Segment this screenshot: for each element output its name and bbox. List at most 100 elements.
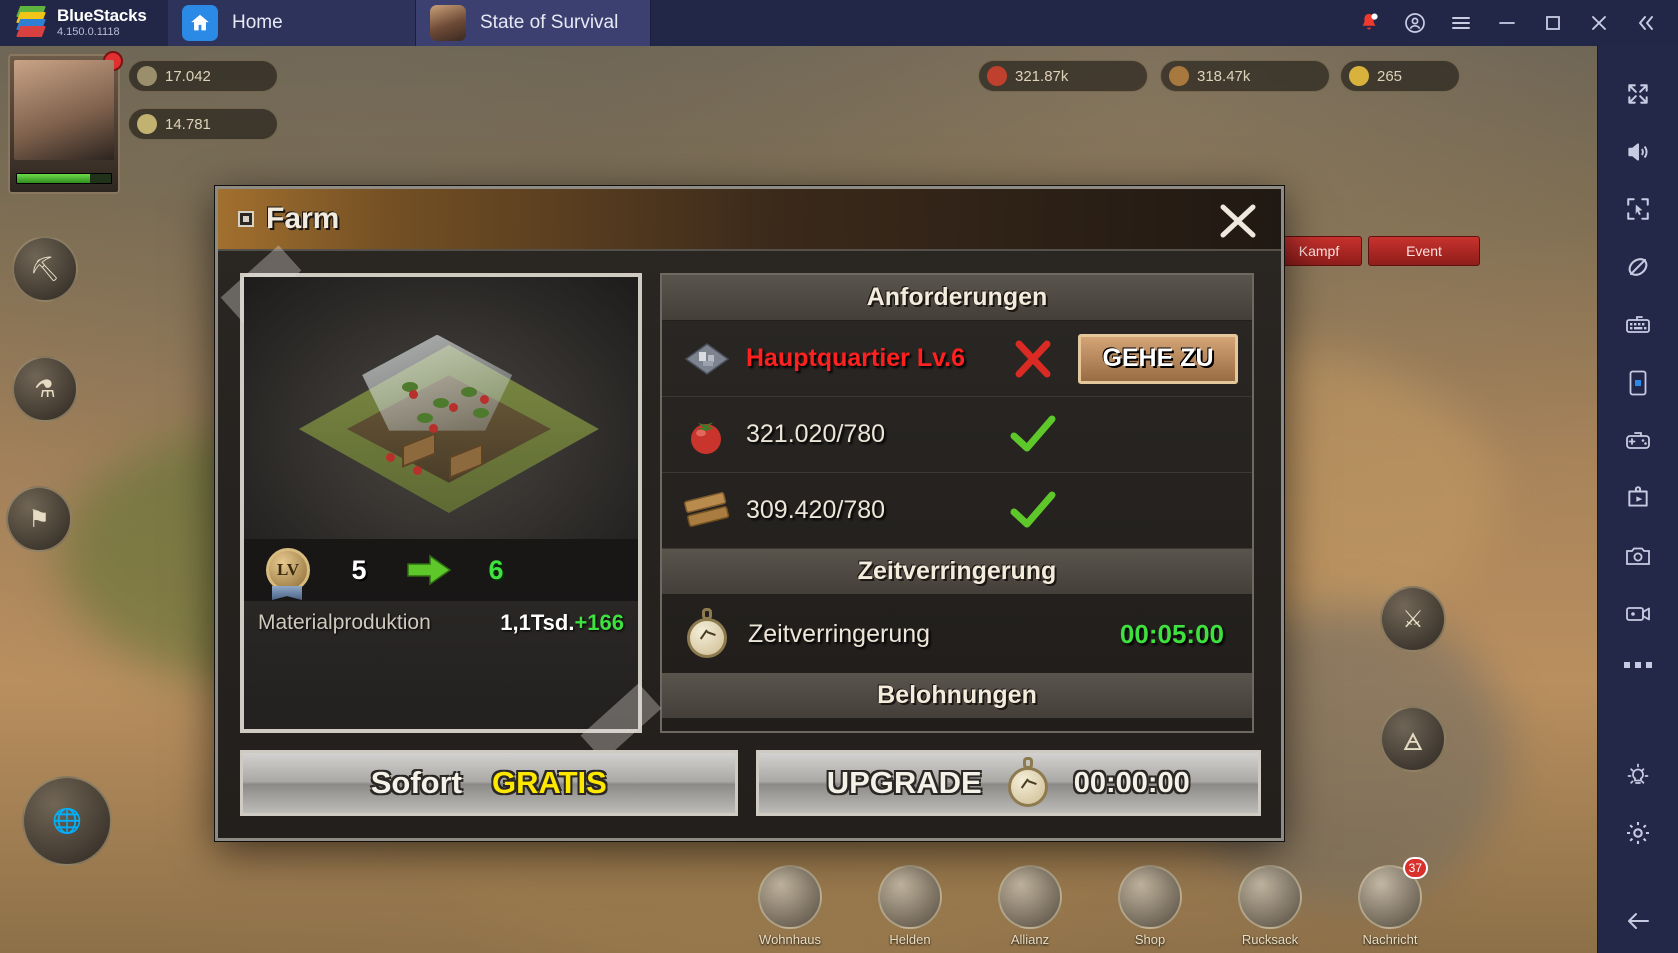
status-cross-icon — [988, 336, 1078, 382]
bottom-menu-item[interactable]: Rucksack — [1222, 855, 1318, 947]
time-reduction-label: Zeitverringerung — [748, 619, 931, 648]
avatar — [14, 60, 114, 160]
bottom-menu-item[interactable]: Helden — [862, 855, 958, 947]
volume-icon[interactable] — [1608, 126, 1668, 178]
gold-icon — [1349, 66, 1369, 86]
headquarters-icon — [676, 342, 738, 376]
maximize-icon[interactable] — [1530, 0, 1576, 46]
greenhouse-icon — [362, 334, 513, 431]
menu-icon — [1118, 865, 1182, 929]
player-avatar-panel[interactable] — [8, 51, 123, 194]
farm-upgrade-dialog: Farm LV 5 6 Materialproduktion 1,1Tsd. +… — [215, 186, 1284, 841]
back-arrow-icon[interactable] — [1608, 895, 1668, 947]
time-reduction-heading: Zeitverringerung — [662, 549, 1252, 595]
tab-home-label: Home — [232, 12, 283, 33]
goto-button[interactable]: GEHE ZU — [1078, 333, 1238, 384]
bottom-menu-item[interactable]: 37 Nachricht — [1342, 855, 1438, 947]
macro-recorder-icon[interactable] — [1608, 472, 1668, 524]
tab-home[interactable]: Home — [168, 0, 416, 46]
tab-state-of-survival[interactable]: State of Survival — [416, 0, 651, 46]
pocket-watch-icon — [676, 608, 738, 660]
world-map-button[interactable]: 🌐 — [22, 776, 112, 866]
dialog-body: LV 5 6 Materialproduktion 1,1Tsd. +166 A… — [218, 245, 1281, 761]
tips-bulb-icon[interactable] — [1608, 750, 1668, 802]
menu-label: Rucksack — [1241, 932, 1299, 947]
event-tag[interactable]: Event — [1368, 236, 1480, 266]
menu-icon — [878, 865, 942, 929]
resource-value: 321.87k — [1015, 67, 1069, 85]
instant-price: GRATIS — [491, 765, 607, 800]
requirements-panel: Anforderungen Hauptquartier Lv.6 GEHE ZU… — [660, 273, 1254, 733]
rotate-screen-icon[interactable] — [1608, 357, 1668, 409]
resource-chip[interactable]: 318.47k — [1160, 60, 1330, 92]
quick-action-research[interactable]: ⚗ — [12, 356, 78, 422]
menu-icon — [1238, 865, 1302, 929]
game-viewport[interactable]: 17.042 14.781 321.87k 318.47k 265 Kampf … — [0, 46, 1597, 953]
bluestacks-titlebar: BlueStacks 4.150.0.1118 Home State of Su… — [0, 0, 1678, 46]
notification-bell-icon[interactable] — [1346, 0, 1392, 46]
building-preview-card: LV 5 6 Materialproduktion 1,1Tsd. +166 — [220, 245, 662, 761]
hamburger-menu-icon[interactable] — [1438, 0, 1484, 46]
collapse-chevrons-icon[interactable] — [1622, 0, 1668, 46]
quick-action-battle[interactable]: ⚔ — [1380, 586, 1446, 652]
upgrade-label: UPGRADE — [826, 765, 982, 800]
time-reduction-heading-label: Zeitverringerung — [857, 557, 1057, 585]
player-xp-bar — [16, 173, 112, 184]
eco-mode-icon[interactable] — [1608, 241, 1668, 293]
requirement-text: 309.420/780 — [746, 496, 886, 524]
menu-label: Allianz — [1010, 932, 1050, 947]
wood-plank-icon — [676, 491, 738, 530]
resource-chip[interactable]: 14.781 — [128, 108, 278, 140]
menu-label: Nachricht — [1362, 932, 1418, 947]
level-next: 6 — [488, 554, 504, 585]
home-icon — [182, 5, 218, 41]
bottom-menu-item[interactable]: Allianz — [982, 855, 1078, 947]
quick-action-flag[interactable]: ⚑ — [6, 486, 72, 552]
bottom-menu-item[interactable]: Wohnhaus — [742, 855, 838, 947]
quick-action-explore[interactable]: 🜁 — [1380, 706, 1446, 772]
more-options-icon[interactable] — [1608, 646, 1668, 684]
titlebar-actions — [1346, 0, 1678, 46]
upgrade-button[interactable]: UPGRADE 00:00:00 — [755, 750, 1261, 816]
screenshot-icon[interactable] — [1608, 530, 1668, 582]
close-icon[interactable] — [1215, 201, 1261, 241]
resource-value: 318.47k — [1197, 67, 1251, 85]
instant-label: Sofort — [370, 765, 462, 800]
resource-chip[interactable]: 17.042 — [128, 60, 278, 92]
requirements-heading-label: Anforderungen — [866, 283, 1048, 311]
fullscreen-icon[interactable] — [1608, 68, 1668, 120]
menu-label: Wohnhaus — [759, 932, 821, 947]
bluestacks-sidebar — [1597, 46, 1678, 953]
level-row: LV 5 6 — [244, 539, 638, 601]
keyboard-controls-icon[interactable] — [1608, 299, 1668, 351]
requirement-text: 321.020/780 — [746, 420, 886, 448]
record-video-icon[interactable] — [1608, 588, 1668, 640]
status-check-icon — [988, 414, 1078, 456]
brand-name: BlueStacks — [57, 5, 147, 25]
settings-gear-icon[interactable] — [1608, 807, 1668, 859]
resource-value: 14.781 — [165, 115, 211, 133]
wood-plank-icon — [1169, 66, 1189, 86]
multi-instance-pointer-icon[interactable] — [1608, 184, 1668, 236]
account-icon[interactable] — [1392, 0, 1438, 46]
tomato-food-icon — [676, 412, 738, 458]
resource-icon — [137, 114, 157, 134]
rewards-heading-label: Belohnungen — [877, 681, 1037, 709]
bottom-menu-item[interactable]: Shop — [1102, 855, 1198, 947]
requirement-row-wood: 309.420/780 — [662, 473, 1252, 549]
menu-icon — [998, 865, 1062, 929]
minimize-icon[interactable] — [1484, 0, 1530, 46]
gamepad-icon[interactable] — [1608, 415, 1668, 467]
event-tag[interactable]: Kampf — [1276, 236, 1362, 266]
close-icon[interactable] — [1576, 0, 1622, 46]
page-title: Farm — [266, 202, 340, 235]
dialog-header: Farm — [218, 189, 1281, 251]
rewards-heading: Belohnungen — [662, 673, 1252, 719]
stat-row: Materialproduktion 1,1Tsd. +166 — [244, 601, 638, 645]
building-marker-icon — [238, 211, 254, 227]
instant-finish-button[interactable]: Sofort GRATIS — [240, 750, 738, 816]
time-reduction-row: Zeitverringerung 00:05:00 — [662, 595, 1252, 673]
resource-chip[interactable]: 321.87k — [978, 60, 1148, 92]
quick-action-pickaxe[interactable]: ⛏ — [12, 236, 78, 302]
resource-chip[interactable]: 265 — [1340, 60, 1460, 92]
